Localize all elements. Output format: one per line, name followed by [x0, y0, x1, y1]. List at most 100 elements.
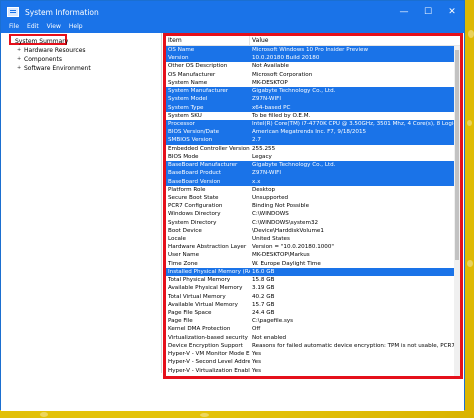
tree-item-system-summary[interactable]: System Summary — [3, 33, 158, 46]
row-item: Total Physical Memory — [168, 277, 231, 284]
list-row[interactable]: User Name MK-DESKTOP\Markus — [166, 251, 460, 259]
list-row[interactable]: BIOS Version/Date American Megatrends Inc… — [166, 128, 460, 137]
title-bar[interactable]: System Information — ☐ ✕ — [1, 1, 464, 23]
list-row[interactable]: PCR7 Configuration Binding Not Possible — [166, 202, 460, 210]
row-value: 15.7 GB — [252, 301, 275, 308]
pane-splitter[interactable] — [161, 33, 162, 373]
row-item: Hyper-V - Virtualization Enable... — [168, 367, 250, 374]
list-row[interactable]: BaseBoard Product Z97N-WIFI — [166, 169, 460, 178]
find-panel-area — [1, 381, 464, 411]
row-item: OS Name — [168, 47, 195, 53]
expand-icon[interactable]: + — [17, 46, 24, 55]
row-item: BaseBoard Product — [168, 170, 222, 177]
list-row[interactable]: Processor Intel(R) Core(TM) i7-4770K CPU … — [166, 119, 460, 129]
row-item: System SKU — [168, 112, 202, 119]
list-row[interactable]: Hyper-V - Data Execution Prote...Yes — [166, 375, 460, 377]
list-row[interactable]: BIOS Mode Legacy — [166, 153, 460, 161]
close-button[interactable]: ✕ — [440, 1, 464, 23]
list-row[interactable]: System Type x64-based PC — [166, 103, 460, 112]
row-item: Installed Physical Memory (RAM) — [168, 268, 250, 275]
row-value: Microsoft Corporation — [252, 71, 313, 78]
scrollbar-thumb[interactable] — [455, 50, 459, 260]
tree-item-label: Hardware Resources — [24, 47, 86, 54]
menu-file[interactable]: File — [9, 23, 19, 30]
vertical-scrollbar[interactable] — [454, 46, 460, 376]
row-item: Page File Space — [168, 310, 212, 316]
list-row[interactable]: Page File C:\pagefile.sys — [166, 317, 460, 325]
menu-edit[interactable]: Edit — [27, 23, 39, 30]
list-row[interactable]: System Manufacturer Gigabyte Technology C… — [166, 87, 460, 96]
window-title: System Information — [25, 7, 99, 17]
list-row[interactable]: System Directory C:\WINDOWS\system32 — [166, 219, 460, 227]
expand-icon[interactable]: + — [17, 55, 24, 64]
list-row[interactable]: Available Virtual Memory 15.7 GB — [166, 301, 460, 309]
maximize-button[interactable]: ☐ — [416, 1, 440, 23]
row-item: Embedded Controller Version — [168, 145, 250, 152]
menu-help[interactable]: Help — [69, 23, 83, 30]
list-row[interactable]: Page File Space 24.4 GB — [166, 309, 460, 317]
row-item: Available Physical Memory — [168, 285, 243, 292]
list-row[interactable]: Other OS Description Not Available — [166, 62, 460, 70]
row-value: \Device\HarddiskVolume1 — [252, 227, 324, 234]
list-row[interactable]: BaseBoard Manufacturer Gigabyte Technolog… — [166, 161, 460, 170]
row-value: American Megatrends Inc. F7, 9/18/2015 — [252, 129, 367, 136]
row-item: Total Virtual Memory — [168, 293, 226, 300]
row-item: Secure Boot State — [168, 194, 219, 201]
row-value: x.x — [252, 178, 261, 185]
row-item: User Name — [168, 252, 200, 259]
row-value: 24.4 GB — [252, 310, 275, 316]
list-row[interactable]: Hardware Abstraction Layer Version = "10.… — [166, 243, 460, 251]
list-row[interactable]: System Model Z97N-WIFI — [166, 95, 460, 104]
background-droplet — [467, 120, 472, 126]
list-row[interactable]: Boot Device \Device\HarddiskVolume1 — [166, 227, 460, 235]
tree-item-software-environment[interactable]: + Software Environment — [3, 64, 158, 73]
list-row[interactable]: Kernel DMA Protection Off — [166, 325, 460, 333]
list-row[interactable]: Platform Role Desktop — [166, 186, 460, 194]
column-header-item[interactable]: Item — [166, 36, 250, 45]
category-tree: System Summary + Hardware Resources + Co… — [3, 33, 158, 373]
list-row[interactable]: System SKU To be filled by O.E.M. — [166, 112, 460, 120]
row-value: 16.0 GB — [252, 268, 275, 275]
list-row[interactable]: OS Name Microsoft Windows 10 Pro Insider … — [166, 46, 460, 55]
row-value: C:\pagefile.sys — [252, 318, 294, 325]
list-row[interactable]: Total Virtual Memory 40.2 GB — [166, 293, 460, 301]
list-row[interactable]: Hyper-V - Virtualization Enable... Yes — [166, 367, 460, 375]
list-row[interactable]: Available Physical Memory 3.19 GB — [166, 284, 460, 292]
menu-bar: File Edit View Help — [1, 23, 464, 33]
row-value: Z97N-WIFI — [252, 170, 281, 177]
row-value: Not enabled — [252, 334, 287, 341]
list-row[interactable]: Time Zone W. Europe Daylight Time — [166, 260, 460, 268]
tree-root-label: System Summary — [9, 34, 68, 45]
list-row[interactable]: SMBIOS Version 2.7 — [166, 136, 460, 145]
tree-item-hardware-resources[interactable]: + Hardware Resources — [3, 46, 158, 55]
background-droplet — [40, 412, 48, 417]
background-droplet — [200, 413, 209, 417]
list-row[interactable]: OS Manufacturer Microsoft Corporation — [166, 71, 460, 79]
minimize-button[interactable]: — — [392, 1, 416, 23]
row-item: OS Manufacturer — [168, 71, 216, 78]
row-value: Legacy — [252, 153, 272, 160]
tree-item-components[interactable]: + Components — [3, 55, 158, 64]
list-row[interactable]: Locale United States — [166, 235, 460, 243]
list-row[interactable]: System Name MK-DESKTOP — [166, 79, 460, 87]
list-row[interactable]: Installed Physical Memory (RAM)16.0 GB — [166, 267, 460, 277]
list-row[interactable]: Total Physical Memory 15.8 GB — [166, 276, 460, 284]
list-row[interactable]: Version 10.0.20180 Build 20180 — [166, 54, 460, 63]
menu-view[interactable]: View — [47, 23, 61, 30]
list-row[interactable]: Windows Directory C:\WINDOWS — [166, 210, 460, 218]
list-row[interactable]: BaseBoard Version x.x — [166, 177, 460, 186]
list-row[interactable]: Hyper-V - VM Monitor Mode E... Yes — [166, 350, 460, 358]
list-row[interactable]: Virtualization-based security Not enabled — [166, 334, 460, 342]
row-item: BaseBoard Manufacturer — [168, 162, 238, 169]
expand-icon[interactable]: + — [17, 64, 24, 73]
list-row[interactable]: Embedded Controller Version 255.255 — [166, 145, 460, 153]
row-value: Version = "10.0.20180.1000" — [252, 244, 334, 251]
column-header-value[interactable]: Value — [250, 36, 460, 45]
row-value: x64-based PC — [252, 104, 291, 111]
details-list: Item Value OS Name Microsoft Windows 10 P… — [163, 33, 463, 379]
row-value: Yes — [252, 351, 262, 358]
list-row[interactable]: Secure Boot State Unsupported — [166, 194, 460, 202]
list-row[interactable]: Hyper-V - Second Level Addres...Yes — [166, 358, 460, 366]
list-row[interactable]: Device Encryption Support Reasons for fai… — [166, 342, 460, 350]
row-value: Yes — [252, 359, 262, 366]
